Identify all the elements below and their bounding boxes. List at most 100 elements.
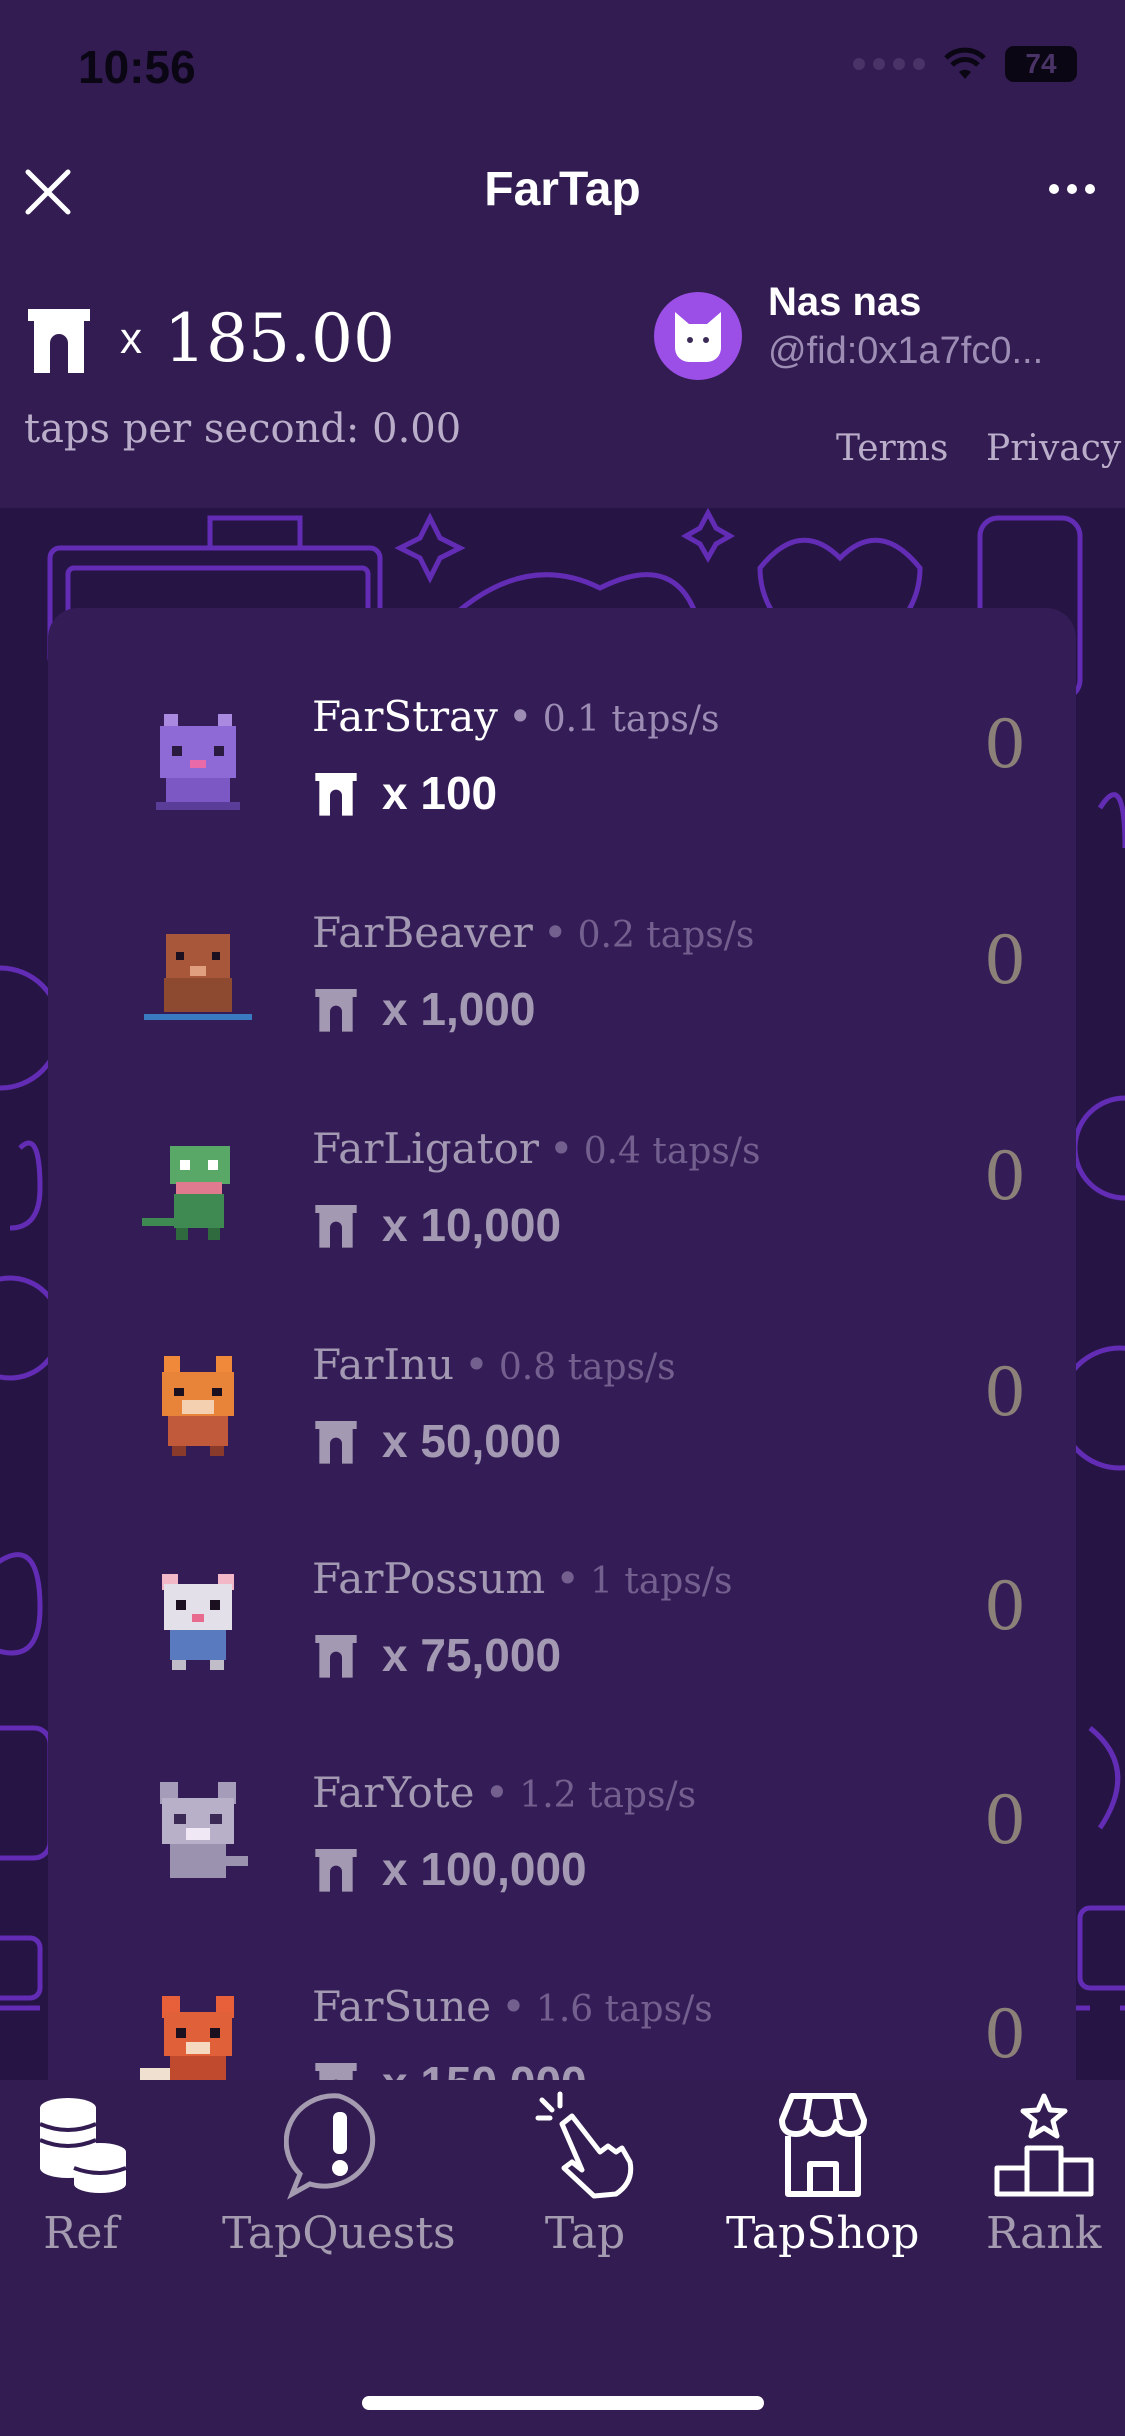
tab-bar: Ref TapQuests Tap TapShop Rank (0, 2080, 1125, 2436)
item-price: x 75,000 (312, 1628, 561, 1682)
avatar[interactable] (654, 292, 742, 380)
taps-per-second: taps per second: 0.00 (24, 406, 462, 452)
farinu-sprite-icon (162, 1356, 234, 1456)
gate-token-icon (315, 1205, 357, 1248)
tab-label: Tap (544, 2208, 626, 2259)
shop-panel: FarStray • 0.1 taps/s x 100 0 FarBeaver • 0.… (48, 608, 1076, 2168)
item-price-value: x 1,000 (382, 983, 536, 1035)
item-owned-count: 0 (984, 1568, 1026, 1645)
item-owned-count: 0 (984, 1354, 1026, 1431)
item-rate: 0.2 taps/s (577, 915, 755, 956)
exclamation-bubble-icon (283, 2093, 375, 2200)
item-owned-count: 0 (984, 922, 1026, 999)
tab-label: TapQuests (222, 2208, 456, 2259)
tab-label: TapShop (726, 2208, 920, 2259)
more-options-icon[interactable] (1049, 184, 1095, 194)
item-name: FarYote (312, 1768, 475, 1817)
gate-token-icon (28, 308, 90, 373)
gate-token-icon (315, 1421, 357, 1464)
gate-token-icon (315, 1849, 357, 1892)
tab-label: Rank (986, 2208, 1102, 2259)
gate-token-icon (315, 1635, 357, 1678)
shop-item-faryote[interactable]: FarYote • 1.2 taps/s x 100,000 0 (48, 1730, 1076, 1944)
item-owned-count: 0 (984, 1996, 1026, 2073)
item-price-value: x 75,000 (382, 1629, 562, 1681)
item-rate: 1 taps/s (590, 1561, 733, 1602)
faryote-sprite-icon (160, 1782, 248, 1878)
storefront-icon (778, 2093, 867, 2197)
item-separator: • (548, 1124, 574, 1173)
battery-indicator: 74 (1005, 46, 1077, 82)
tab-tap[interactable]: Tap (530, 2090, 640, 2259)
gate-token-icon (315, 989, 357, 1032)
item-rate: 0.8 taps/s (498, 1347, 676, 1388)
tab-tapshop[interactable]: TapShop (726, 2090, 919, 2259)
item-header: FarYote • 1.2 taps/s (312, 1768, 696, 1817)
privacy-link[interactable]: Privacy (986, 428, 1121, 469)
status-time: 10:56 (78, 41, 196, 93)
farstray-sprite-icon (156, 714, 240, 810)
shop-item-farligator[interactable]: FarLigator • 0.4 taps/s x 10,000 0 (48, 1086, 1076, 1300)
item-name: FarPossum (312, 1554, 546, 1603)
podium-icon (994, 2093, 1094, 2197)
shop-item-farbeaver[interactable]: FarBeaver • 0.2 taps/s x 1,000 0 (48, 870, 1076, 1084)
farpossum-sprite-icon (162, 1574, 234, 1670)
shop-item-farpossum[interactable]: FarPossum • 1 taps/s x 75,000 0 (48, 1516, 1076, 1730)
tab-tapquests[interactable]: TapQuests (222, 2090, 456, 2259)
item-price: x 10,000 (312, 1198, 561, 1252)
item-header: FarSune • 1.6 taps/s (312, 1982, 713, 2031)
home-indicator[interactable] (362, 2396, 764, 2410)
wifi-icon (944, 47, 986, 79)
item-name: FarLigator (312, 1124, 539, 1173)
item-owned-count: 0 (984, 706, 1026, 783)
coins-stack-icon (39, 2098, 127, 2193)
balance-row: x 185.00 (24, 300, 395, 377)
page-title: FarTap (484, 163, 641, 216)
item-separator: • (507, 692, 533, 741)
item-price-value: x 10,000 (382, 1199, 562, 1251)
status-icons: 74 (853, 46, 1077, 82)
item-name: FarInu (312, 1340, 455, 1389)
item-price-value: x 50,000 (382, 1415, 562, 1467)
item-rate: 0.4 taps/s (583, 1131, 761, 1172)
gate-token-icon (315, 773, 357, 816)
item-owned-count: 0 (984, 1138, 1026, 1215)
cat-avatar-icon (675, 312, 721, 362)
item-rate: 0.1 taps/s (542, 699, 720, 740)
item-name: FarStray (312, 692, 498, 741)
signal-icon (853, 58, 925, 70)
status-bar: 10:56 74 (0, 0, 1125, 140)
item-header: FarLigator • 0.4 taps/s (312, 1124, 760, 1173)
item-price: x 100,000 (312, 1842, 587, 1896)
item-rate: 1.6 taps/s (535, 1989, 713, 2030)
item-separator: • (542, 908, 568, 957)
item-name: FarBeaver (312, 908, 533, 957)
nav-bar: FarTap (0, 140, 1125, 240)
item-header: FarStray • 0.1 taps/s (312, 692, 719, 741)
item-price: x 1,000 (312, 982, 535, 1036)
item-rate: 1.2 taps/s (519, 1775, 697, 1816)
farligator-sprite-icon (142, 1146, 230, 1240)
item-header: FarInu • 0.8 taps/s (312, 1340, 676, 1389)
item-separator: • (555, 1554, 581, 1603)
item-price-value: x 100 (382, 767, 498, 819)
tab-ref[interactable]: Ref (26, 2090, 136, 2259)
user-name: Nas nas (768, 280, 922, 324)
item-price-value: x 100,000 (382, 1843, 587, 1895)
user-handle: @fid:0x1a7fc0... (768, 330, 1044, 372)
balance-value: 185.00 (164, 300, 395, 377)
farbeaver-sprite-icon (144, 934, 252, 1020)
tab-label: Ref (43, 2208, 119, 2259)
tap-hand-icon (535, 2091, 634, 2199)
item-header: FarBeaver • 0.2 taps/s (312, 908, 754, 957)
item-name: FarSune (312, 1982, 492, 2031)
shop-item-farstray[interactable]: FarStray • 0.1 taps/s x 100 0 (48, 654, 1076, 868)
item-price: x 100 (312, 766, 497, 820)
item-price: x 50,000 (312, 1414, 561, 1468)
shop-item-farinu[interactable]: FarInu • 0.8 taps/s x 50,000 0 (48, 1302, 1076, 1516)
terms-link[interactable]: Terms (836, 428, 948, 469)
item-separator: • (484, 1768, 510, 1817)
item-separator: • (464, 1340, 489, 1389)
tab-rank[interactable]: Rank (986, 2090, 1101, 2259)
balance-multiplier: x (120, 313, 142, 363)
